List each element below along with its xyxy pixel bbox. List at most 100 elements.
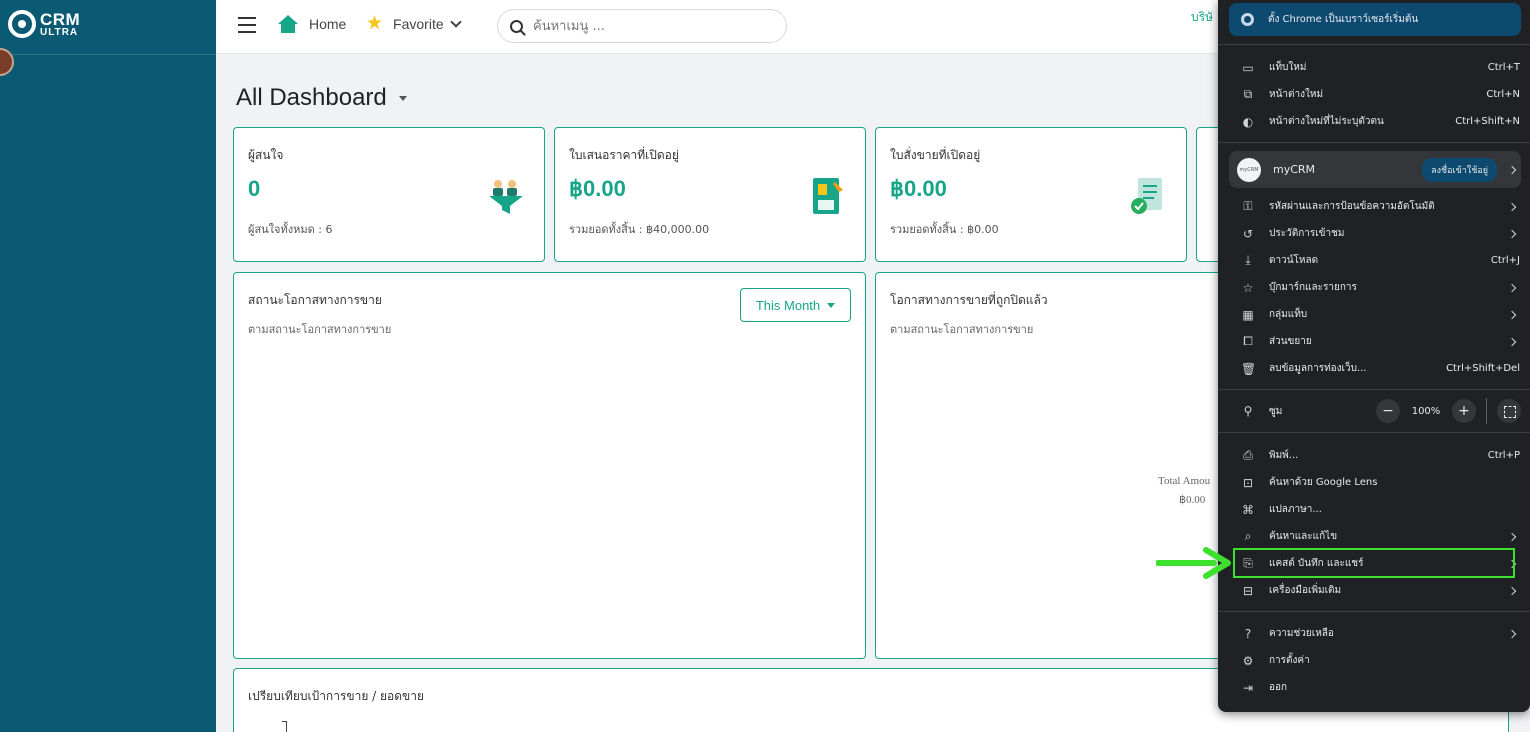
caret-down-icon — [827, 302, 836, 308]
tab-groups-icon: ▦ — [1242, 307, 1254, 322]
menu-item-tab-groups[interactable]: ▦ กลุ่มแท็บ — [1229, 301, 1521, 328]
extension-icon: ⧠ — [1243, 334, 1253, 348]
panel-opportunity-status: สถานะโอกาสทางการขาย ตามสถานะโอกาสทางการข… — [233, 272, 866, 659]
kpi-card-open-sales-orders[interactable]: ใบสั่งขายที่เปิดอยู่ ฿0.00 รวมยอดทั้งสิ้… — [875, 127, 1187, 262]
menu-item-clear-browsing-data[interactable]: 🗑 ลบข้อมูลการท่องเว็บ... Ctrl+Shift+Del — [1229, 355, 1521, 382]
menu-item-new-window[interactable]: ⧉ หน้าต่างใหม่ Ctrl+N — [1229, 81, 1521, 108]
nav-favorite-label: Favorite — [393, 15, 444, 32]
menu-item-settings[interactable]: ⚙ การตั้งค่า — [1229, 647, 1521, 674]
user-avatar[interactable] — [0, 48, 14, 76]
menu-separator — [1218, 432, 1530, 433]
menu-item-history[interactable]: ↺ ประวัติการเข้าชม — [1229, 220, 1521, 247]
logo-crm-text: CRM — [40, 9, 81, 29]
zoom-in-button[interactable]: + — [1452, 399, 1476, 423]
history-icon: ↺ — [1242, 226, 1254, 241]
annotation-highlight-box — [1233, 548, 1515, 578]
kpi-value: 0 — [248, 176, 261, 201]
settings-gear-icon: ⚙ — [1242, 653, 1254, 668]
menu-item-translate[interactable]: ⌘ แปลภาษา... — [1229, 496, 1521, 523]
hamburger-menu-icon[interactable] — [238, 17, 256, 33]
set-default-browser-banner[interactable]: ตั้ง Chrome เป็นเบราว์เซอร์เริ่มต้น — [1229, 3, 1521, 36]
translate-icon: ⌘ — [1242, 502, 1254, 517]
menu-item-label: เครื่องมือเพิ่มเติม — [1269, 585, 1342, 596]
kpi-value: ฿0.00 — [890, 176, 947, 201]
profile-name: myCRM — [1273, 163, 1316, 176]
chevron-right-icon — [1507, 229, 1517, 238]
menu-item-downloads[interactable]: ⤓ ดาวน์โหลด Ctrl+J — [1229, 247, 1521, 274]
help-icon: ? — [1244, 626, 1252, 641]
zoom-out-button[interactable]: − — [1376, 399, 1400, 423]
menu-item-shortcut: Ctrl+T — [1487, 62, 1520, 73]
menu-profile-row[interactable]: myCRM myCRM ลงชื่อเข้าใช้อยู่ — [1229, 151, 1521, 188]
chevron-right-icon — [1507, 629, 1517, 638]
total-amount-label: Total Amou — [1158, 475, 1211, 487]
sidebar-divider — [0, 54, 216, 55]
kpi-label: ผู้สนใจ — [248, 148, 284, 162]
menu-item-new-tab[interactable]: ▭ แท็บใหม่ Ctrl+T — [1229, 54, 1521, 81]
menu-item-label: ความช่วยเหลือ — [1269, 628, 1334, 639]
menu-item-bookmarks[interactable]: ☆ บุ๊กมาร์กและรายการ — [1229, 274, 1521, 301]
menu-item-label: ดาวน์โหลด — [1269, 255, 1319, 266]
chrome-main-menu: ตั้ง Chrome เป็นเบราว์เซอร์เริ่มต้น ▭ แท… — [1218, 0, 1530, 712]
company-name[interactable]: บริษั — [1191, 8, 1213, 27]
kpi-card-leads[interactable]: ผู้สนใจ 0 ผู้สนใจทั้งหมด : 6 — [233, 127, 545, 262]
menu-item-passwords-autofill[interactable]: ⚿ รหัสผ่านและการป้อนข้อความอัตโนมัติ — [1229, 193, 1521, 220]
bookmark-star-icon: ☆ — [1242, 280, 1254, 295]
panel-title: เปรียบเทียบเป้าการขาย / ยอดขาย — [248, 689, 425, 703]
page-title-text: All Dashboard — [236, 84, 387, 111]
print-icon: ⎙ — [1243, 448, 1253, 462]
zoom-label: ซูม — [1269, 405, 1283, 417]
kpi-subtext: รวมยอดทั้งสิ้น : ฿0.00 — [890, 223, 999, 236]
menu-item-label: ออก — [1269, 682, 1288, 693]
menu-item-shortcut: Ctrl+Shift+N — [1455, 116, 1520, 127]
kpi-label: ใบเสนอราคาที่เปิดอยู่ — [569, 148, 679, 162]
menu-search-input[interactable] — [533, 18, 763, 34]
menu-search[interactable] — [497, 9, 787, 43]
caret-down-icon — [398, 95, 407, 101]
chevron-right-icon — [1507, 586, 1517, 595]
home-icon — [278, 15, 298, 33]
menu-item-label: แท็บใหม่ — [1269, 62, 1307, 73]
menu-item-label: ค้นหาด้วย Google Lens — [1269, 477, 1378, 488]
menu-item-incognito-window[interactable]: ◐ หน้าต่างใหม่ที่ไม่ระบุตัวตน Ctrl+Shift… — [1229, 108, 1521, 135]
period-filter-button[interactable]: This Month — [740, 288, 851, 322]
new-window-icon: ⧉ — [1243, 87, 1253, 101]
kpi-label: ใบสั่งขายที่เปิดอยู่ — [890, 148, 981, 162]
nav-home-link[interactable]: Home — [278, 15, 346, 33]
funnel-people-icon — [489, 180, 523, 214]
panel-closed-opportunities: โอกาสทางการขายที่ถูกปิดแล้ว ตามสถานะโอกา… — [875, 272, 1235, 659]
fullscreen-icon[interactable] — [1497, 399, 1521, 423]
menu-item-exit[interactable]: ⇥ ออก — [1229, 674, 1521, 701]
menu-separator — [1218, 611, 1530, 612]
menu-item-shortcut: Ctrl+Shift+Del — [1446, 363, 1520, 374]
menu-item-shortcut: Ctrl+N — [1486, 89, 1520, 100]
kpi-subtext: ผู้สนใจทั้งหมด : 6 — [248, 223, 333, 236]
profile-avatar: myCRM — [1237, 157, 1261, 182]
chevron-right-icon — [1507, 283, 1517, 292]
menu-item-find-edit[interactable]: ⌕ ค้นหาและแก้ไข — [1229, 523, 1521, 550]
download-icon: ⤓ — [1245, 253, 1251, 267]
nav-home-label: Home — [309, 16, 347, 32]
panel-subtitle: ตามสถานะโอกาสทางการขาย — [890, 323, 1034, 336]
google-lens-icon: ⊡ — [1242, 475, 1254, 490]
chevron-right-icon — [1507, 532, 1517, 541]
menu-item-help[interactable]: ? ความช่วยเหลือ — [1229, 620, 1521, 647]
menu-item-label: ส่วนขยาย — [1269, 336, 1312, 347]
trash-icon: 🗑 — [1241, 361, 1257, 376]
banner-text: ตั้ง Chrome เป็นเบราว์เซอร์เริ่มต้น — [1268, 14, 1419, 25]
menu-item-label: พิมพ์... — [1269, 450, 1299, 461]
menu-item-more-tools[interactable]: ⊟ เครื่องมือเพิ่มเติม — [1229, 577, 1521, 604]
menu-item-google-lens[interactable]: ⊡ ค้นหาด้วย Google Lens — [1229, 469, 1521, 496]
logo-ultra-text: ULTRA — [40, 26, 79, 38]
kpi-card-open-quotations[interactable]: ใบเสนอราคาที่เปิดอยู่ ฿0.00 รวมยอดทั้งสิ… — [554, 127, 866, 262]
chart-y-axis — [286, 721, 287, 732]
kpi-value: ฿0.00 — [569, 176, 626, 201]
zoom-divider — [1486, 398, 1487, 424]
crm-ultra-logo[interactable]: CRM ULTRA — [8, 10, 80, 38]
menu-item-print[interactable]: ⎙ พิมพ์... Ctrl+P — [1229, 442, 1521, 469]
more-tools-icon: ⊟ — [1242, 583, 1254, 598]
page-title[interactable]: All Dashboard — [236, 84, 407, 112]
nav-favorite-dropdown[interactable]: ★ Favorite — [366, 14, 462, 33]
menu-item-extensions[interactable]: ⧠ ส่วนขยาย — [1229, 328, 1521, 355]
zoom-level: 100% — [1411, 405, 1441, 417]
